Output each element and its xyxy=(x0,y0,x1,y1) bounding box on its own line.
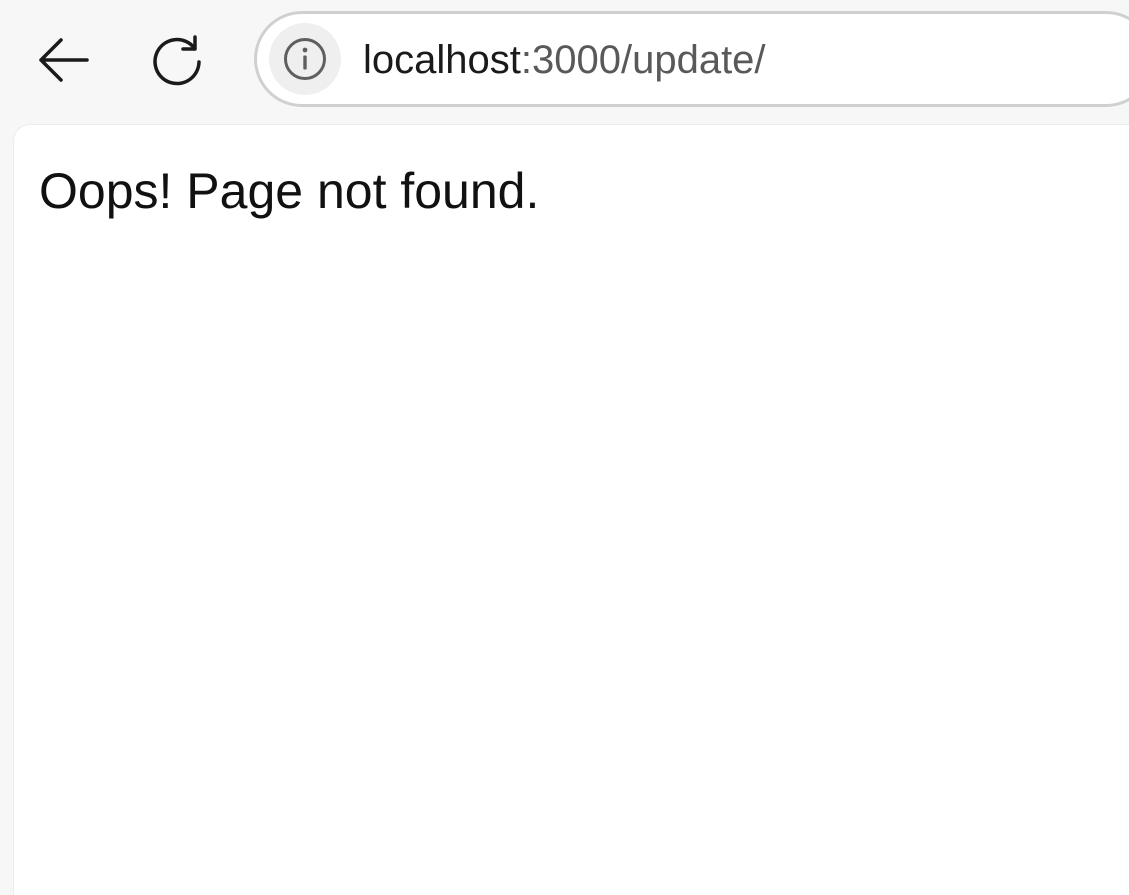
url-path: :3000/update/ xyxy=(520,38,766,82)
site-info-button[interactable] xyxy=(269,23,341,95)
url-host: localhost xyxy=(363,38,521,82)
address-bar[interactable]: localhost:3000/update/ xyxy=(254,11,1129,107)
url-text[interactable]: localhost:3000/update/ xyxy=(363,36,766,84)
not-found-message: Oops! Page not found. xyxy=(39,163,540,219)
info-icon xyxy=(284,38,326,80)
arrow-left-icon xyxy=(39,38,89,82)
reload-icon xyxy=(153,35,201,86)
browser-toolbar: localhost:3000/update/ xyxy=(0,0,1129,124)
page-content: Oops! Page not found. xyxy=(14,125,1129,895)
reload-button[interactable] xyxy=(145,28,209,92)
back-button[interactable] xyxy=(31,28,95,92)
